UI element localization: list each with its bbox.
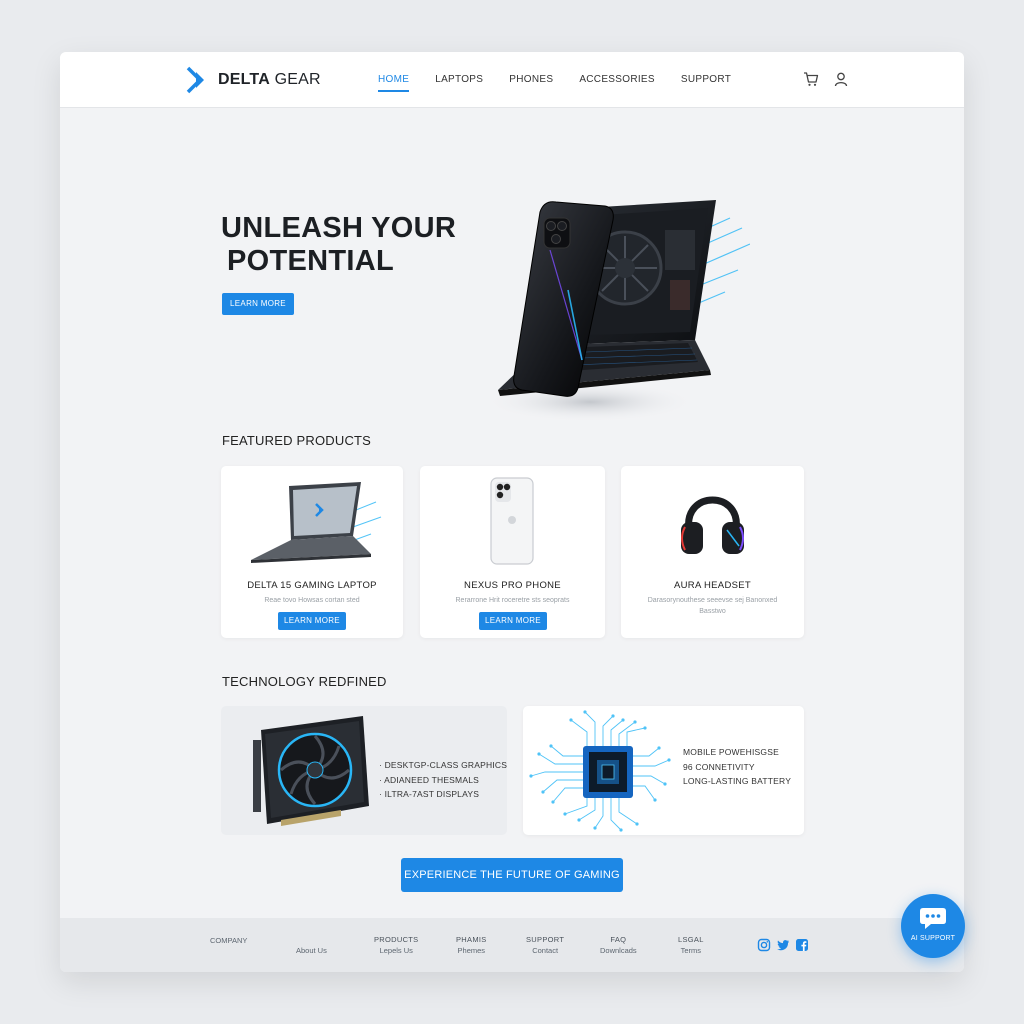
feature-item: · ADIANEED THESMALS: [379, 774, 480, 785]
footer-link[interactable]: Phemes: [456, 945, 487, 956]
technology-title: TECHNOLOGY REDFINED: [222, 674, 387, 689]
headset-product-image: [681, 496, 744, 554]
footer-column-legal: LSGAL Terms: [678, 934, 704, 956]
graphics-feature-list: · DESKTGP-CLASS GRAPHICS · ADIANEED THES…: [379, 758, 507, 802]
user-icon[interactable]: [832, 70, 850, 88]
social-links: [757, 938, 809, 952]
product-description: Darasorynouthese seeevse sej Banonxed Ba…: [631, 595, 794, 617]
twitter-icon[interactable]: [776, 938, 790, 952]
header-icons: [802, 70, 850, 88]
cart-icon[interactable]: [802, 70, 820, 88]
feature-item: MOBILE POWEHISGSE: [683, 747, 779, 757]
nav-laptops[interactable]: LAPTOPS: [422, 52, 496, 108]
featured-products-title: FEATURED PRODUCTS: [222, 433, 372, 448]
hero-learn-more-button[interactable]: LEARN MORE: [222, 293, 294, 315]
product-description: Reae tovo Howsas cortan sted: [264, 597, 360, 604]
graphics-tech-panel: · DESKTGP-CLASS GRAPHICS · ADIANEED THES…: [221, 706, 507, 835]
footer-column-faq: FAQ Downlcads: [600, 934, 637, 956]
footer-link[interactable]: Downlcads: [600, 945, 637, 956]
feature-item: · DESKTGP-CLASS GRAPHICS: [379, 760, 507, 770]
product-description-line1: Darasorynouthese seeevse sej Banonxed: [647, 597, 778, 604]
brand[interactable]: DELTA GEAR: [186, 66, 321, 94]
footer-link[interactable]: Lepels Us: [374, 945, 419, 956]
delta-logo-icon: [186, 66, 204, 94]
footer-column-heading: LSGAL: [678, 935, 704, 944]
main-nav: HOME LAPTOPS PHONES ACCESSORIES SUPPORT: [365, 52, 744, 108]
site-footer: COMPANY About Us PRODUCTS Lepels Us PHAM…: [60, 918, 964, 972]
graphics-card-image: [253, 716, 369, 826]
footer-column-heading: PHAMIS: [456, 935, 487, 944]
instagram-icon[interactable]: [757, 938, 771, 952]
footer-column-heading: FAQ: [610, 935, 627, 944]
product-learn-more-button[interactable]: LEARN MORE: [278, 612, 346, 630]
footer-company-heading: COMPANY: [210, 936, 248, 945]
footer-link-about[interactable]: About Us: [296, 945, 327, 956]
product-learn-more-button[interactable]: LEARN MORE: [479, 612, 547, 630]
footer-column-heading: SUPPORT: [526, 935, 565, 944]
experience-future-button[interactable]: EXPERIENCE THE FUTURE OF GAMING: [401, 858, 623, 892]
feature-item: 96 CONNETIVITY: [683, 761, 755, 772]
processor-chip-image: [529, 710, 671, 832]
footer-column-products: PRODUCTS Lepels Us: [374, 934, 419, 956]
footer-column-support: SUPPORT Contact: [526, 934, 564, 956]
nav-support[interactable]: SUPPORT: [668, 52, 744, 108]
brand-name: DELTA GEAR: [218, 71, 321, 88]
product-card[interactable]: DELTA 15 GAMING LAPTOP Reae tovo Howsas …: [221, 466, 403, 638]
phone-product-image: [490, 477, 534, 565]
product-card[interactable]: NEXUS PRO PHONE Rerarrone Hrit roceretre…: [420, 466, 605, 638]
product-description: Rerarrone Hrit roceretre sts seoprats: [455, 597, 570, 604]
footer-link[interactable]: Contact: [526, 945, 564, 956]
product-name: NEXUS PRO PHONE: [464, 580, 561, 591]
footer-link[interactable]: Terms: [678, 945, 704, 956]
feature-item: · ILTRA-7AST DISPLAYS: [379, 789, 480, 799]
site-header: DELTA GEAR HOME LAPTOPS PHONES ACCESSORI…: [60, 52, 964, 108]
product-name: AURA HEADSET: [674, 580, 751, 591]
mobile-feature-list: MOBILE POWEHISGSE 96 CONNETIVITY LONG-LA…: [683, 745, 791, 789]
ai-support-label: AI SUPPORT: [910, 935, 956, 942]
product-card[interactable]: AURA HEADSET Darasorynouthese seeevse se…: [621, 466, 804, 638]
footer-link[interactable]: About Us: [296, 945, 327, 956]
chat-bubble-icon: [920, 908, 946, 929]
footer-column-heading: PRODUCTS: [374, 935, 419, 944]
product-name: DELTA 15 GAMING LAPTOP: [247, 580, 377, 591]
nav-accessories[interactable]: ACCESSORIES: [566, 52, 668, 108]
facebook-icon[interactable]: [795, 938, 809, 952]
feature-item: LONG-LASTING BATTERY: [683, 776, 792, 786]
mobile-tech-panel: MOBILE POWEHISGSE 96 CONNETIVITY LONG-LA…: [523, 706, 804, 835]
footer-column-phamis: PHAMIS Phemes: [456, 934, 487, 956]
product-description-line2: Basstwo: [699, 608, 726, 615]
nav-home[interactable]: HOME: [365, 52, 422, 108]
site-page: DELTA GEAR HOME LAPTOPS PHONES ACCESSORI…: [60, 52, 964, 972]
hero-devices-image: [485, 200, 750, 422]
nav-phones[interactable]: PHONES: [496, 52, 566, 108]
ai-support-chat-button[interactable]: AI SUPPORT: [901, 894, 965, 958]
laptop-product-image: [251, 482, 382, 563]
